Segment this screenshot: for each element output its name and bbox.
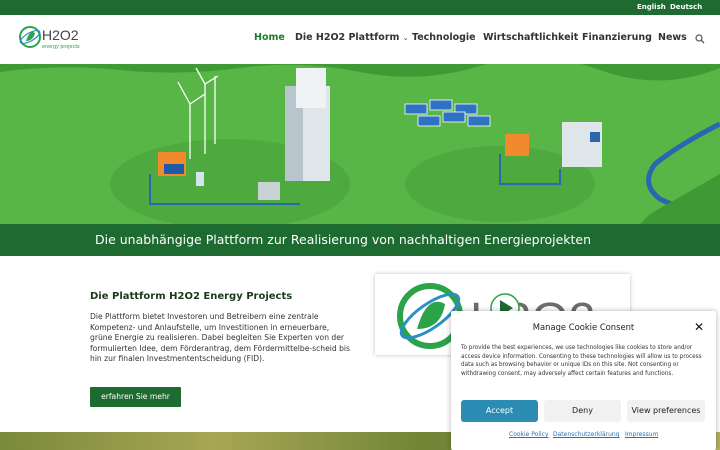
language-german-link[interactable]: Deutsch bbox=[670, 3, 702, 11]
svg-text:energy projects: energy projects bbox=[42, 44, 80, 50]
hero-tagline: Die unabhängige Plattform zur Realisieru… bbox=[95, 232, 592, 247]
hero-illustration bbox=[0, 64, 720, 224]
cookie-dialog-title: Manage Cookie Consent bbox=[532, 322, 635, 332]
nav-news[interactable]: News bbox=[658, 32, 687, 46]
deny-button[interactable]: Deny bbox=[544, 400, 621, 422]
nav-home[interactable]: Home bbox=[254, 32, 285, 46]
privacy-policy-link[interactable]: Datenschutzerklärung bbox=[553, 431, 620, 438]
nav-platform[interactable]: Die H2O2 Plattform ⌄ bbox=[295, 32, 409, 46]
cookie-dialog-text: To provide the best experiences, we use … bbox=[461, 345, 702, 378]
section-title: Die Plattform H2O2 Energy Projects bbox=[90, 291, 293, 302]
search-icon[interactable] bbox=[695, 34, 705, 44]
learn-more-button[interactable]: erfahren Sie mehr bbox=[90, 387, 181, 407]
cookie-consent-dialog: Manage Cookie Consent ✕ To provide the b… bbox=[451, 311, 716, 450]
nav-platform-label: Die H2O2 Plattform bbox=[295, 32, 400, 43]
language-english-link[interactable]: English bbox=[637, 3, 666, 11]
top-bar: English Deutsch bbox=[0, 0, 720, 15]
chevron-down-icon: ⌄ bbox=[402, 34, 409, 42]
site-header: H2O2 energy projects Home Die H2O2 Platt… bbox=[0, 15, 720, 64]
nav-technology[interactable]: Technologie bbox=[412, 32, 476, 46]
accept-button[interactable]: Accept bbox=[461, 400, 538, 422]
imprint-link[interactable]: Impressum bbox=[625, 431, 658, 438]
section-text: Die Plattform bietet Investoren und Betr… bbox=[90, 312, 350, 363]
energy-landscape-illustration bbox=[0, 64, 720, 224]
nav-finance[interactable]: Finanzierung bbox=[582, 32, 652, 46]
h2o2-logo[interactable]: H2O2 energy projects bbox=[18, 23, 98, 55]
hero-banner: Die unabhängige Plattform zur Realisieru… bbox=[0, 224, 720, 256]
close-icon[interactable]: ✕ bbox=[694, 320, 704, 334]
nav-economy[interactable]: Wirtschaftlichkeit bbox=[483, 32, 578, 46]
svg-text:H2O2: H2O2 bbox=[42, 27, 79, 43]
cookie-policy-link[interactable]: Cookie Policy bbox=[509, 431, 549, 438]
view-preferences-button[interactable]: View preferences bbox=[627, 400, 705, 422]
